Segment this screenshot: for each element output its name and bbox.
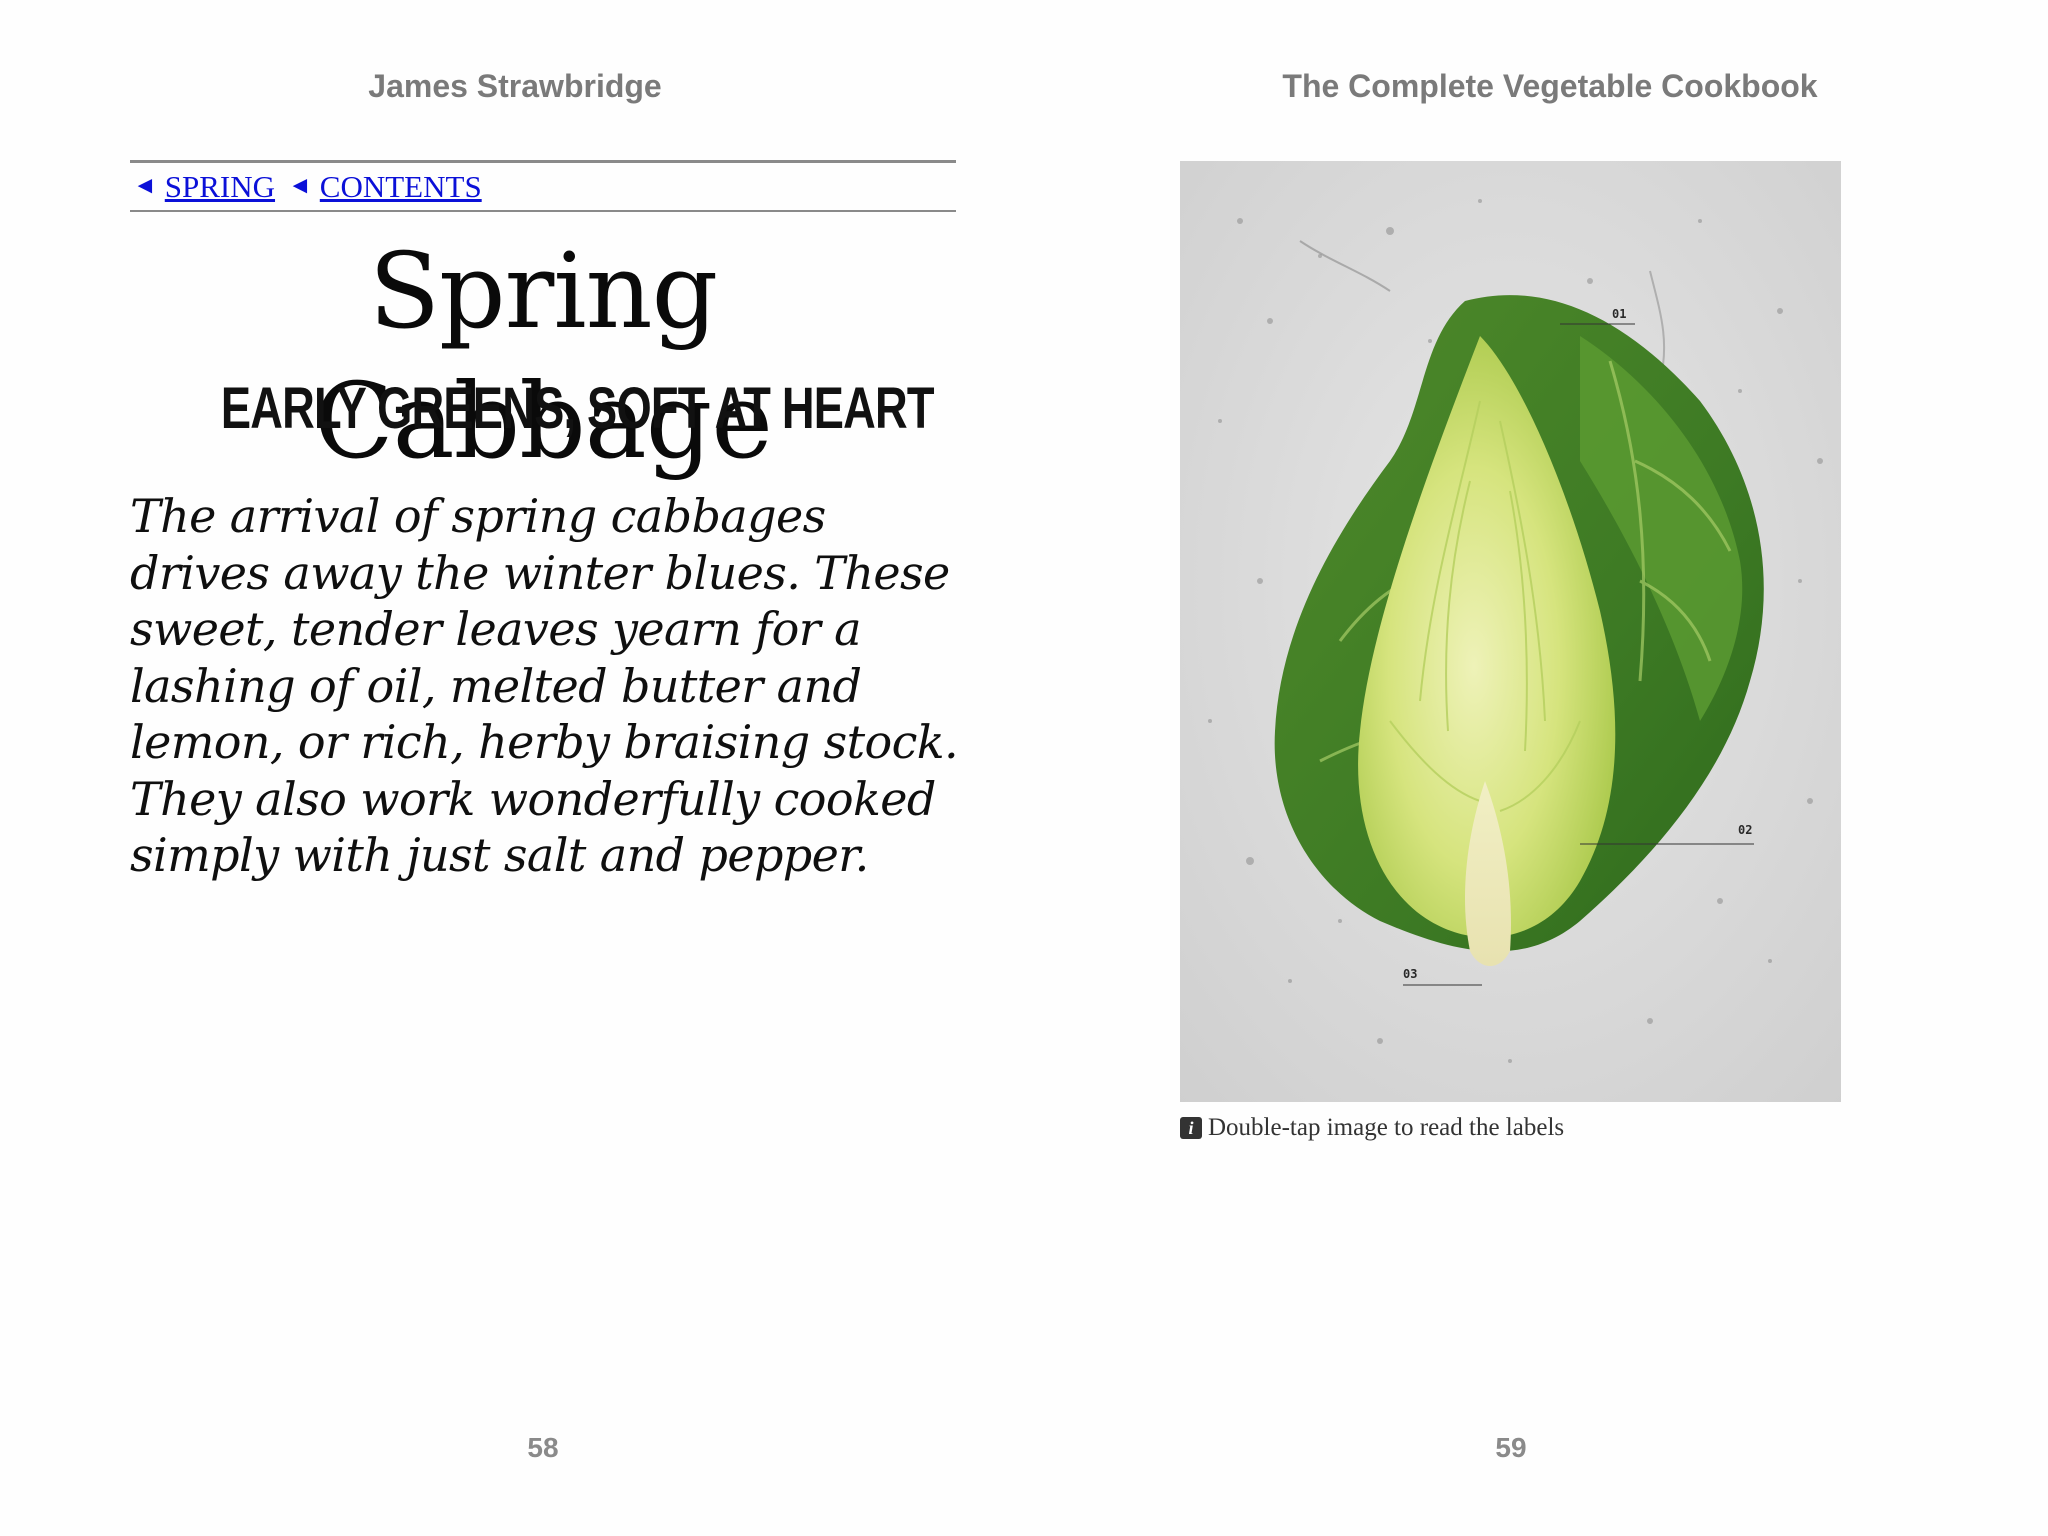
page-title: Spring Cabbage <box>314 230 773 482</box>
book-spread: James Strawbridge The Complete Vegetable… <box>0 0 2048 1536</box>
label-01: 01 <box>1612 307 1626 321</box>
label-02: 02 <box>1738 823 1752 837</box>
label-03: 03 <box>1403 967 1417 981</box>
page-number-right: 59 <box>1495 1432 1527 1463</box>
figure-caption: i Double-tap image to read the labels <box>1180 1114 1564 1142</box>
left-triangle-icon: ◄ <box>288 173 312 199</box>
left-triangle-icon: ◄ <box>133 173 157 199</box>
author-running-head: James Strawbridge <box>368 68 662 104</box>
chapter-nav: ◄ SPRING ◄ CONTENTS <box>130 160 956 212</box>
caption-text: Double-tap image to read the labels <box>1208 1114 1565 1141</box>
cabbage-illustration: 01 02 03 <box>1180 161 1841 1102</box>
intro-paragraph: The arrival of spring cabbages drives aw… <box>130 489 959 882</box>
page-subtitle: EARLY GREENS, SOFT AT HEART <box>220 376 935 441</box>
page-number-left: 58 <box>527 1432 559 1463</box>
nav-link-contents[interactable]: CONTENTS <box>320 169 482 205</box>
cabbage-photo[interactable]: 01 02 03 <box>1180 161 1841 1102</box>
info-icon: i <box>1180 1117 1202 1139</box>
book-title-running-head: The Complete Vegetable Cookbook <box>1282 68 1818 104</box>
nav-link-spring[interactable]: SPRING <box>165 169 275 205</box>
